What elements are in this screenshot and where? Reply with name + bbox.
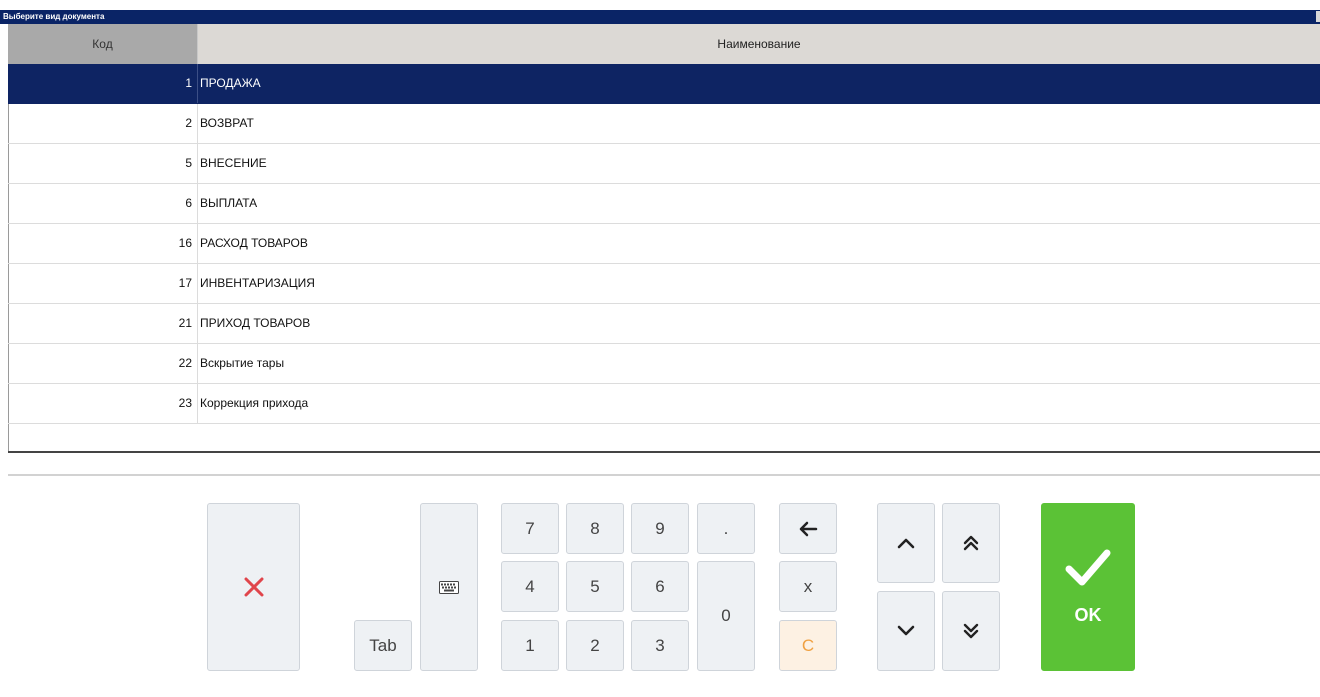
key-3[interactable]: 3 [631,620,689,671]
column-divider [197,224,198,263]
row-name: ВНЕСЕНИЕ [200,156,267,170]
key-2[interactable]: 2 [566,620,624,671]
column-divider [197,264,198,303]
table-row[interactable]: 17 ИНВЕНТАРИЗАЦИЯ [8,264,1320,304]
table-row[interactable]: 23 Коррекция прихода [8,384,1320,424]
column-divider [197,64,198,103]
table-row[interactable]: 22 Вскрытие тары [8,344,1320,384]
row-name: ИНВЕНТАРИЗАЦИЯ [200,276,315,290]
key-8[interactable]: 8 [566,503,624,554]
column-divider [197,104,198,143]
chevron-down-icon [897,625,915,637]
column-header-code[interactable]: Код [8,24,198,64]
row-name: РАСХОД ТОВАРОВ [200,236,308,250]
table-row[interactable]: 5 ВНЕСЕНИЕ [8,144,1320,184]
table-header: Код Наименование [8,24,1320,64]
up-button[interactable] [877,503,935,583]
check-icon [1065,549,1111,587]
window-title: Выберите вид документа [3,12,105,21]
column-divider [197,344,198,383]
row-code: 16 [178,236,192,250]
row-name: Вскрытие тары [200,356,285,370]
double-chevron-up-icon [962,534,980,552]
ok-label: OK [1074,604,1102,625]
row-name: ВОЗВРАТ [200,116,254,130]
cancel-button[interactable] [207,503,300,671]
row-code: 21 [178,316,192,330]
table-row[interactable]: 16 РАСХОД ТОВАРОВ [8,224,1320,264]
chevron-up-icon [897,537,915,549]
table-body: 1 ПРОДАЖА 2 ВОЗВРАТ 5 ВНЕСЕНИЕ 6 ВЫПЛАТА… [8,64,1320,424]
backspace-button[interactable] [779,503,837,554]
row-code: 22 [178,356,192,370]
window-title-bar: Выберите вид документа [0,10,1320,24]
key-0[interactable]: 0 [697,561,755,671]
page-up-button[interactable] [942,503,1000,583]
column-divider [197,384,198,423]
double-chevron-down-icon [962,622,980,640]
row-name: ПРОДАЖА [200,76,261,90]
clear-button[interactable]: C [779,620,837,671]
key-6[interactable]: 6 [631,561,689,612]
keyboard-button[interactable] [420,503,478,671]
multiply-button[interactable]: x [779,561,837,612]
key-7[interactable]: 7 [501,503,559,554]
row-code: 1 [185,76,192,90]
tab-button[interactable]: Tab [354,620,412,671]
arrow-left-icon [798,521,818,537]
page-down-button[interactable] [942,591,1000,671]
table-row[interactable]: 1 ПРОДАЖА [8,64,1320,104]
input-field[interactable] [8,453,1320,476]
row-code: 5 [185,156,192,170]
title-bar-corner [1316,11,1320,22]
column-header-name[interactable]: Наименование [198,24,1320,64]
table-row[interactable]: 2 ВОЗВРАТ [8,104,1320,144]
row-code: 23 [178,396,192,410]
row-code: 17 [178,276,192,290]
close-icon [243,576,265,598]
row-name: ПРИХОД ТОВАРОВ [200,316,311,330]
column-divider [197,304,198,343]
row-name: Коррекция прихода [200,396,309,410]
key-1[interactable]: 1 [501,620,559,671]
key-9[interactable]: 9 [631,503,689,554]
column-divider [197,144,198,183]
row-name: ВЫПЛАТА [200,196,258,210]
key-4[interactable]: 4 [501,561,559,612]
table-row[interactable]: 6 ВЫПЛАТА [8,184,1320,224]
row-code: 2 [185,116,192,130]
ok-button[interactable]: OK [1041,503,1135,671]
keyboard-icon [439,580,459,594]
key-5[interactable]: 5 [566,561,624,612]
column-divider [197,184,198,223]
table-row[interactable]: 21 ПРИХОД ТОВАРОВ [8,304,1320,344]
down-button[interactable] [877,591,935,671]
key-dot[interactable]: . [697,503,755,554]
row-code: 6 [185,196,192,210]
